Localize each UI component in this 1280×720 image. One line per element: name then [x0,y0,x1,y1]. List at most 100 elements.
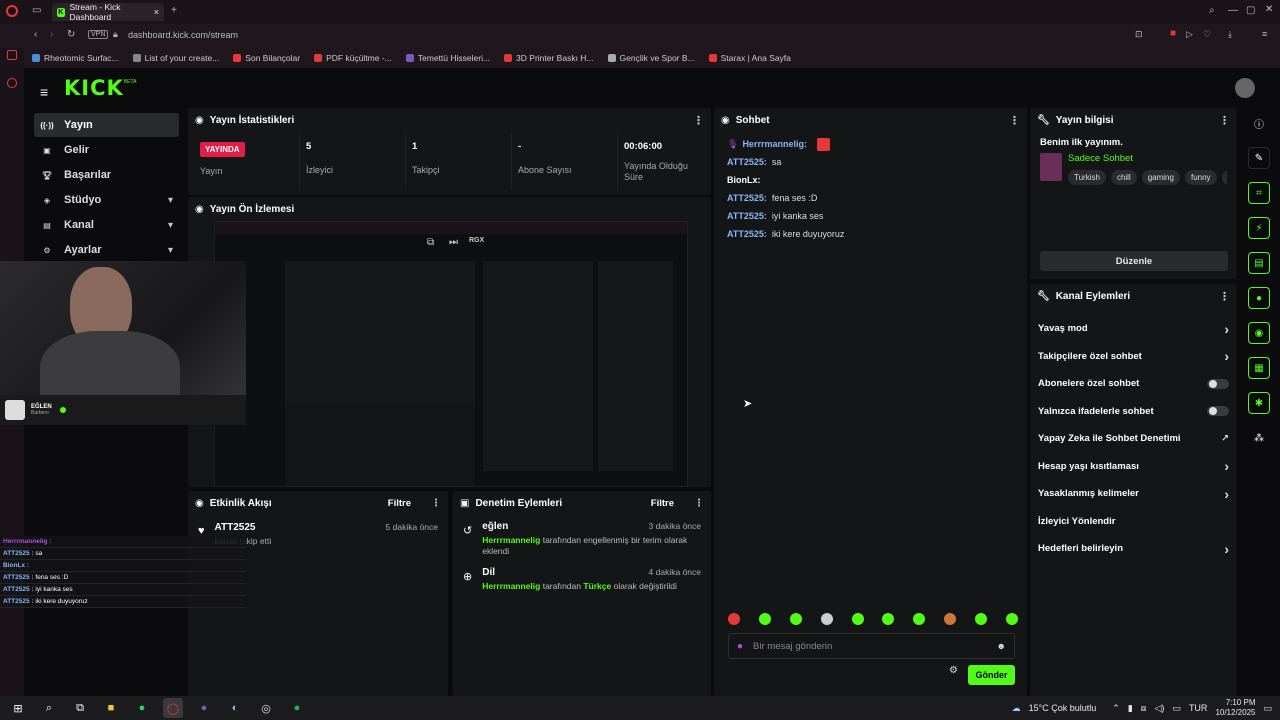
sidebar-item-1[interactable]: ((·)) Yayın [34,113,179,137]
stream-tag[interactable]: funny [1184,170,1217,185]
more-options-icon[interactable]: ⋮ [1219,114,1230,127]
send-button[interactable]: Gönder [968,665,1015,685]
crop-icon[interactable]: ⌗ [1248,182,1270,204]
extension-icon[interactable]: ⊡ [1135,29,1143,40]
toggle-switch[interactable] [1207,378,1229,389]
edit-stream-button[interactable]: Düzenle [1040,251,1228,271]
emote-icon[interactable] [820,613,833,625]
weather-text[interactable]: 15°C Çok bulutlu [1029,703,1097,713]
bookmark-heart-icon[interactable]: ■ [1170,28,1176,39]
chat-bubble-icon[interactable]: ● [1248,287,1270,309]
new-tab-icon[interactable]: + [171,5,177,16]
category-name[interactable]: Sadece Sohbet [1068,153,1227,164]
search-icon[interactable]: ⌕ [39,698,59,718]
channel-action-8[interactable]: İzleyici Yönlendir [1030,508,1237,536]
file-explorer-icon[interactable]: ■ [101,698,121,718]
apps-icon[interactable]: ⁂ [1248,427,1270,449]
bookmark-item[interactable]: Gençlik ve Spor B... [607,53,695,63]
chat-username[interactable]: ATT2525: [727,229,767,239]
stream-tag[interactable]: gaming [1141,170,1180,185]
discord-icon[interactable]: ● [194,698,214,718]
lightning-icon[interactable]: ⚡︎ [1248,217,1270,239]
messenger-icon[interactable] [7,50,17,60]
wrench-icon[interactable]: ✱ [1248,392,1270,414]
pencil-icon[interactable]: ✎ [1248,147,1270,169]
bookmark-item[interactable]: Rheotomic Surfac... [32,53,119,63]
emote-icon[interactable] [944,613,957,625]
chat-username[interactable]: ATT2525: [727,211,767,221]
back-icon[interactable]: ‹ [34,29,37,40]
emote-icon[interactable] [728,613,740,625]
toggle-switch[interactable] [1207,406,1229,417]
preview-video[interactable]: ⧉ ⏭ RGX [214,221,688,487]
url-field[interactable]: dashboard.kick.com/stream [128,30,238,40]
forward-icon[interactable]: › [50,29,53,40]
channel-action-9[interactable]: Hedefleri belirleyin › [1030,535,1237,563]
close-window-icon[interactable]: ✕ [1265,4,1273,15]
tab-overview-icon[interactable]: ▭ [32,5,41,16]
tray-mic-icon[interactable]: ▮ [1128,703,1133,714]
chat-input[interactable]: ● Bir mesaj gönderin ☻ [728,633,1015,659]
emote-icon[interactable] [789,613,802,625]
tray-network-icon[interactable]: ⧈ [1141,703,1147,714]
task-view-icon[interactable]: ⧉ [70,698,90,718]
mic-icon[interactable]: ● [737,641,743,652]
emote-icon[interactable] [1005,613,1018,625]
sidebar-item-4[interactable]: ◈ Stüdyo ▾ [34,188,179,212]
notification-icon[interactable]: ▭ [1263,703,1272,714]
sidebar-item-5[interactable]: ▤ Kanal ▾ [34,213,179,237]
tray-battery-icon[interactable]: ▭ [1172,703,1181,714]
sidebar-item-2[interactable]: ▣ Gelir [34,138,179,162]
chat-username[interactable]: ATT2525: [727,157,767,167]
vpn-badge[interactable]: VPN [88,30,109,39]
spotify-icon[interactable]: ● [287,698,307,718]
avatar[interactable] [1235,78,1255,98]
heart-icon[interactable]: ♡ [1203,29,1211,40]
more-options-icon[interactable]: ⋮ [1219,290,1230,303]
windows-start-icon[interactable]: ⊞ [8,698,28,718]
more-options-icon[interactable]: ⋮ [693,114,704,127]
broadcast-icon[interactable]: ◉ [1248,322,1270,344]
moderation-filter-button[interactable]: Filtre [651,498,674,509]
maximize-icon[interactable]: ▢ [1246,5,1255,16]
minimize-icon[interactable]: — [1228,5,1238,16]
sidebar-item-6[interactable]: ⚙ Ayarlar ▾ [34,238,179,262]
more-options-icon[interactable]: ⋮ [431,498,441,509]
reload-icon[interactable]: ↻ [67,29,75,40]
tray-volume-icon[interactable]: ◁) [1155,703,1165,714]
moderator-name[interactable]: Herrrmannelig [482,581,540,591]
emote-icon[interactable] [758,613,771,625]
popout-icon[interactable]: ⧉ [427,237,434,248]
bookmark-item[interactable]: List of your create... [132,53,219,63]
emote-icon[interactable] [975,613,987,625]
emoji-icon[interactable]: ☻ [997,641,1006,651]
browser-tab-active[interactable]: K Stream - Kick Dashboard × [52,2,164,22]
channel-action-7[interactable]: Yasaklanmış kelimeler › [1030,480,1237,508]
moderator-name[interactable]: Herrrmannelig [482,535,540,545]
history-icon[interactable] [7,78,17,88]
kick-logo[interactable]: KICK BETA [64,76,136,100]
whatsapp-icon[interactable]: ● [132,698,152,718]
play-icon[interactable]: ▷ [1186,29,1193,40]
channel-action-5[interactable]: Yapay Zeka ile Sohbet Denetimi ↗ [1030,425,1237,453]
close-tab-icon[interactable]: × [154,7,159,17]
bookmark-item[interactable]: Temettü Hisseleri... [405,53,490,63]
chat-username[interactable]: BionLx: [727,175,761,185]
sidebar-item-3[interactable]: 🏆︎ Başarılar [34,163,179,187]
hamburger-icon[interactable]: ≡ [40,84,48,100]
bookmark-item[interactable]: 3D Printer Baskı H... [504,53,594,63]
emote-icon[interactable] [913,613,926,625]
obs-icon[interactable]: ◎ [256,698,276,718]
document-icon[interactable]: ▤ [1248,252,1270,274]
channel-action-4[interactable]: Yalnızca ifadelerle sohbet [1030,398,1237,426]
lock-icon[interactable]: 🔒︎ [113,29,118,40]
download-icon[interactable]: ⤓ [1228,29,1232,40]
bookmark-item[interactable]: Son Bilançolar [233,53,300,63]
channel-action-6[interactable]: Hesap yaşı kısıtlaması › [1030,453,1237,481]
stream-tag[interactable]: Turkish [1068,170,1106,185]
channel-action-1[interactable]: Yavaş mod › [1030,315,1237,343]
layout-icon[interactable]: ▦ [1248,357,1270,379]
skip-icon[interactable]: ⏭ [449,237,458,248]
channel-action-3[interactable]: Abonelere özel sohbet [1030,370,1237,398]
channel-action-2[interactable]: Takipçilere özel sohbet › [1030,343,1237,371]
